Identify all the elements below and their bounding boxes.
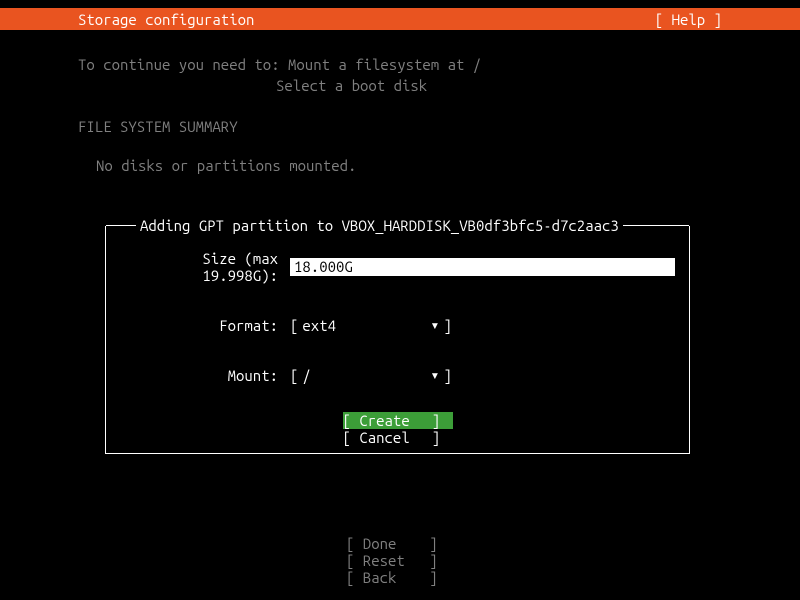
size-input[interactable]: 18.000G [290,258,675,276]
size-label: Size (max 19.998G): [120,250,290,284]
mount-select[interactable]: [ / ▾ ] [290,366,452,384]
mount-label: Mount: [120,367,290,384]
no-disks-message: No disks or partitions mounted. [78,157,722,174]
help-button[interactable]: [ Help ] [655,11,722,28]
chevron-down-icon: ▾ [430,366,439,384]
continue-message: To continue you need to: Mount a filesys… [78,54,722,96]
page-title: Storage configuration [78,11,254,28]
partition-dialog: Adding GPT partition to VBOX_HARDDISK_VB… [105,226,690,454]
mount-value: / [302,367,430,384]
format-row: Format: [ ext4 ▾ ] [120,316,675,334]
done-button[interactable]: [ Done ] [346,535,454,552]
format-select[interactable]: [ ext4 ▾ ] [290,316,452,334]
format-label: Format: [120,317,290,334]
header-bar: Storage configuration [ Help ] [0,8,800,30]
filesystem-summary-header: FILE SYSTEM SUMMARY [78,118,722,135]
create-button[interactable]: [ Create ] [343,412,453,429]
content-area: To continue you need to: Mount a filesys… [0,30,800,174]
continue-line2: Select a boot disk [78,75,722,96]
mount-row: Mount: [ / ▾ ] [120,366,675,384]
back-button[interactable]: [ Back ] [346,569,454,586]
dialog-title: Adding GPT partition to VBOX_HARDDISK_VB… [136,217,623,234]
chevron-down-icon: ▾ [430,316,439,334]
cancel-button[interactable]: [ Cancel ] [343,429,453,446]
reset-button[interactable]: [ Reset ] [346,552,454,569]
bottom-buttons: [ Done ] [ Reset ] [ Back ] [0,535,800,586]
continue-line1: To continue you need to: Mount a filesys… [78,54,722,75]
format-value: ext4 [302,317,430,334]
size-row: Size (max 19.998G): 18.000G [120,250,675,284]
